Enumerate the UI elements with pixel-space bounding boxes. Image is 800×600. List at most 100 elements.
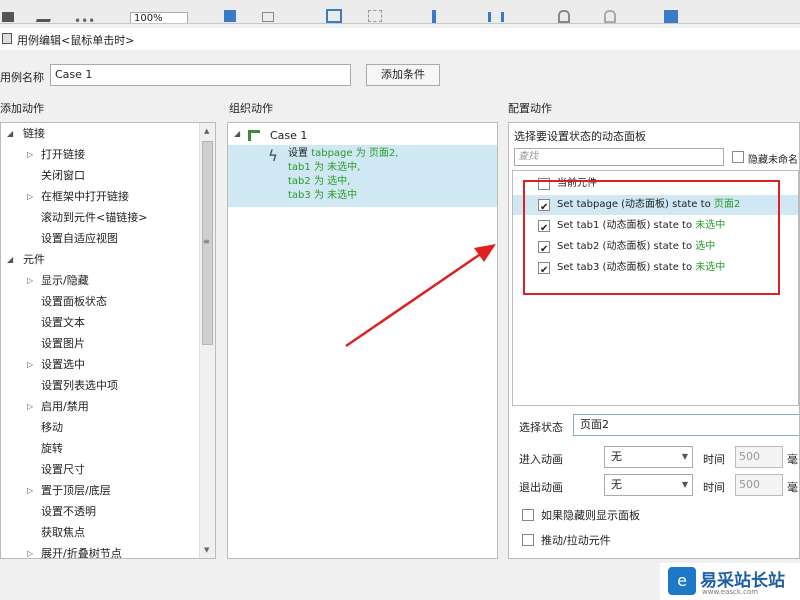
toolbar-divider — [0, 23, 800, 24]
tree-scrollbar[interactable]: ▲ ≡ ▼ — [199, 123, 215, 558]
expand-arrow-icon[interactable]: ◢ — [7, 255, 13, 264]
site-logo-icon: e — [668, 567, 696, 595]
toolbar: ••• 100% — [0, 0, 800, 24]
collapsed-arrow-icon[interactable]: ▷ — [27, 150, 33, 159]
tree-item-open-in-frame[interactable]: 在框架中打开链接 — [41, 187, 129, 207]
case-name-label: 用例名称 — [0, 71, 44, 84]
tree-item-set-list-selected[interactable]: 设置列表选中项 — [41, 376, 118, 396]
collapsed-arrow-icon[interactable]: ▷ — [27, 402, 33, 411]
case-name-row: 用例名称 Case 1 添加条件 — [0, 62, 460, 88]
organize-action-title: 组织动作 — [229, 102, 273, 115]
expand-arrow-icon[interactable]: ◢ — [234, 129, 240, 138]
select-panel-label: 选择要设置状态的动态面板 — [514, 130, 646, 143]
tree-item-set-opacity[interactable]: 设置不透明 — [41, 502, 96, 522]
collapsed-arrow-icon[interactable]: ▷ — [27, 549, 33, 558]
time-label: 时间 — [703, 481, 725, 494]
show-if-hidden-checkbox[interactable] — [522, 509, 534, 521]
select-state-label: 选择状态 — [519, 421, 563, 434]
tree-item-focus[interactable]: 获取焦点 — [41, 523, 85, 543]
lock-icon[interactable] — [558, 10, 570, 23]
chevron-down-icon: ▼ — [681, 452, 688, 461]
tree-item-move[interactable]: 移动 — [41, 418, 63, 438]
exit-animation-dropdown[interactable]: 无 ▼ — [604, 474, 693, 496]
collapsed-arrow-icon[interactable]: ▷ — [27, 486, 33, 495]
lightning-icon: ϟ — [268, 147, 278, 165]
highlight-rectangle — [523, 180, 780, 295]
collapsed-arrow-icon[interactable]: ▷ — [27, 276, 33, 285]
tree-item-show-hide[interactable]: 显示/隐藏 — [41, 271, 89, 291]
push-pull-checkbox[interactable] — [522, 534, 534, 546]
add-action-title: 添加动作 — [0, 102, 44, 115]
window-icon — [2, 33, 12, 44]
ms-label: 毫 — [787, 453, 798, 466]
add-action-tree: ◢ 链接 ▷ 打开链接 关闭窗口 ▷ 在框架中打开链接 滚动到元件<锚链接> 设… — [0, 122, 216, 559]
watermark-url: www.easck.com — [702, 588, 759, 596]
hide-unnamed-label: 隐藏未命名 — [748, 155, 798, 166]
group-icon[interactable] — [326, 9, 342, 23]
action-item[interactable]: ϟ 设置 tabpage 为 页面2, tab1 为 未选中, tab2 为 选… — [228, 145, 497, 207]
tree-item-scroll-to-widget[interactable]: 滚动到元件<锚链接> — [41, 208, 147, 228]
tree-item-expand-collapse-tree[interactable]: 展开/折叠树节点 — [41, 544, 122, 558]
tree-item-set-image[interactable]: 设置图片 — [41, 334, 85, 354]
scroll-up-icon[interactable]: ▲ — [204, 127, 209, 135]
configure-action-panel: 选择要设置状态的动态面板 查找 隐藏未命名 当前元件 Set tabpage (… — [508, 122, 800, 559]
chevron-down-icon: ▼ — [681, 480, 688, 489]
tree-item-enable-disable[interactable]: 启用/禁用 — [41, 397, 89, 417]
organize-action-panel: ◢ Case 1 ϟ 设置 tabpage 为 页面2, tab1 为 未选中,… — [227, 122, 498, 559]
tree-item-set-adaptive-view[interactable]: 设置自适应视图 — [41, 229, 118, 249]
ungroup-icon[interactable] — [368, 10, 382, 22]
case-node-label: Case 1 — [270, 129, 308, 142]
enter-time-input[interactable]: 500 — [735, 446, 783, 468]
tree-item-open-link[interactable]: 打开链接 — [41, 145, 85, 165]
fill-icon[interactable] — [664, 10, 678, 23]
push-pull-label: 推动/拉动元件 — [541, 534, 611, 547]
configure-action-title: 配置动作 — [508, 102, 552, 115]
collapsed-arrow-icon[interactable]: ▷ — [27, 192, 33, 201]
tree-item-set-size[interactable]: 设置尺寸 — [41, 460, 85, 480]
dialog-title: 用例编辑<鼠标单击时> — [17, 34, 135, 47]
case-icon — [248, 130, 260, 141]
enter-animation-label: 进入动画 — [519, 453, 563, 466]
bring-front-icon[interactable] — [224, 10, 236, 22]
dialog-titlebar: 用例编辑<鼠标单击时> — [0, 28, 800, 50]
tree-item-rotate[interactable]: 旋转 — [41, 439, 63, 459]
select-state-row: 选择状态 页面2 — [509, 414, 799, 438]
hide-unnamed-checkbox[interactable] — [732, 151, 744, 163]
tree-item-set-text[interactable]: 设置文本 — [41, 313, 85, 333]
send-back-icon[interactable] — [262, 12, 274, 22]
scroll-grip-icon: ≡ — [203, 237, 210, 246]
draw-icon[interactable] — [35, 10, 55, 22]
exit-time-input[interactable]: 500 — [735, 474, 783, 496]
action-line: tab1 为 未选中, — [288, 162, 361, 173]
tree-group-widgets[interactable]: 元件 — [23, 250, 45, 270]
panel-state-list: 当前元件 Set tabpage (动态面板) state to 页面2 Set… — [512, 170, 799, 406]
tree-item-set-panel-state[interactable]: 设置面板状态 — [41, 292, 107, 312]
tree-item-bring-front-back[interactable]: 置于顶层/底层 — [41, 481, 111, 501]
tree-item-set-selected[interactable]: 设置选中 — [41, 355, 85, 375]
ms-label: 毫 — [787, 481, 798, 494]
collapsed-arrow-icon[interactable]: ▷ — [27, 360, 33, 369]
align-center-icon[interactable] — [432, 10, 436, 23]
time-label: 时间 — [703, 453, 725, 466]
select-state-dropdown[interactable]: 页面2 — [573, 414, 799, 436]
exit-animation-label: 退出动画 — [519, 481, 563, 494]
tree-group-links[interactable]: 链接 — [23, 124, 45, 144]
align-left-icon[interactable] — [2, 12, 14, 22]
enter-animation-row: 进入动画 无 ▼ 时间 500 毫 — [509, 446, 799, 470]
case-name-input[interactable]: Case 1 — [50, 64, 351, 86]
case-node[interactable]: ◢ Case 1 — [228, 127, 497, 145]
distribute-icon[interactable] — [488, 12, 504, 22]
add-condition-button[interactable]: 添加条件 — [366, 64, 440, 86]
action-line: tab2 为 选中, — [288, 176, 351, 187]
search-input[interactable]: 查找 — [514, 148, 724, 166]
scroll-down-icon[interactable]: ▼ — [204, 546, 209, 554]
enter-animation-dropdown[interactable]: 无 ▼ — [604, 446, 693, 468]
action-line: 设置 tabpage 为 页面2, — [288, 148, 399, 159]
unlock-icon[interactable] — [604, 10, 616, 23]
exit-animation-row: 退出动画 无 ▼ 时间 500 毫 — [509, 474, 799, 498]
expand-arrow-icon[interactable]: ◢ — [7, 129, 13, 138]
watermark: e 易采站长站 www.easck.com — [660, 563, 800, 600]
action-line: tab3 为 未选中 — [288, 190, 358, 201]
tree-item-close-window[interactable]: 关闭窗口 — [41, 166, 85, 186]
show-if-hidden-label: 如果隐藏则显示面板 — [541, 509, 640, 522]
